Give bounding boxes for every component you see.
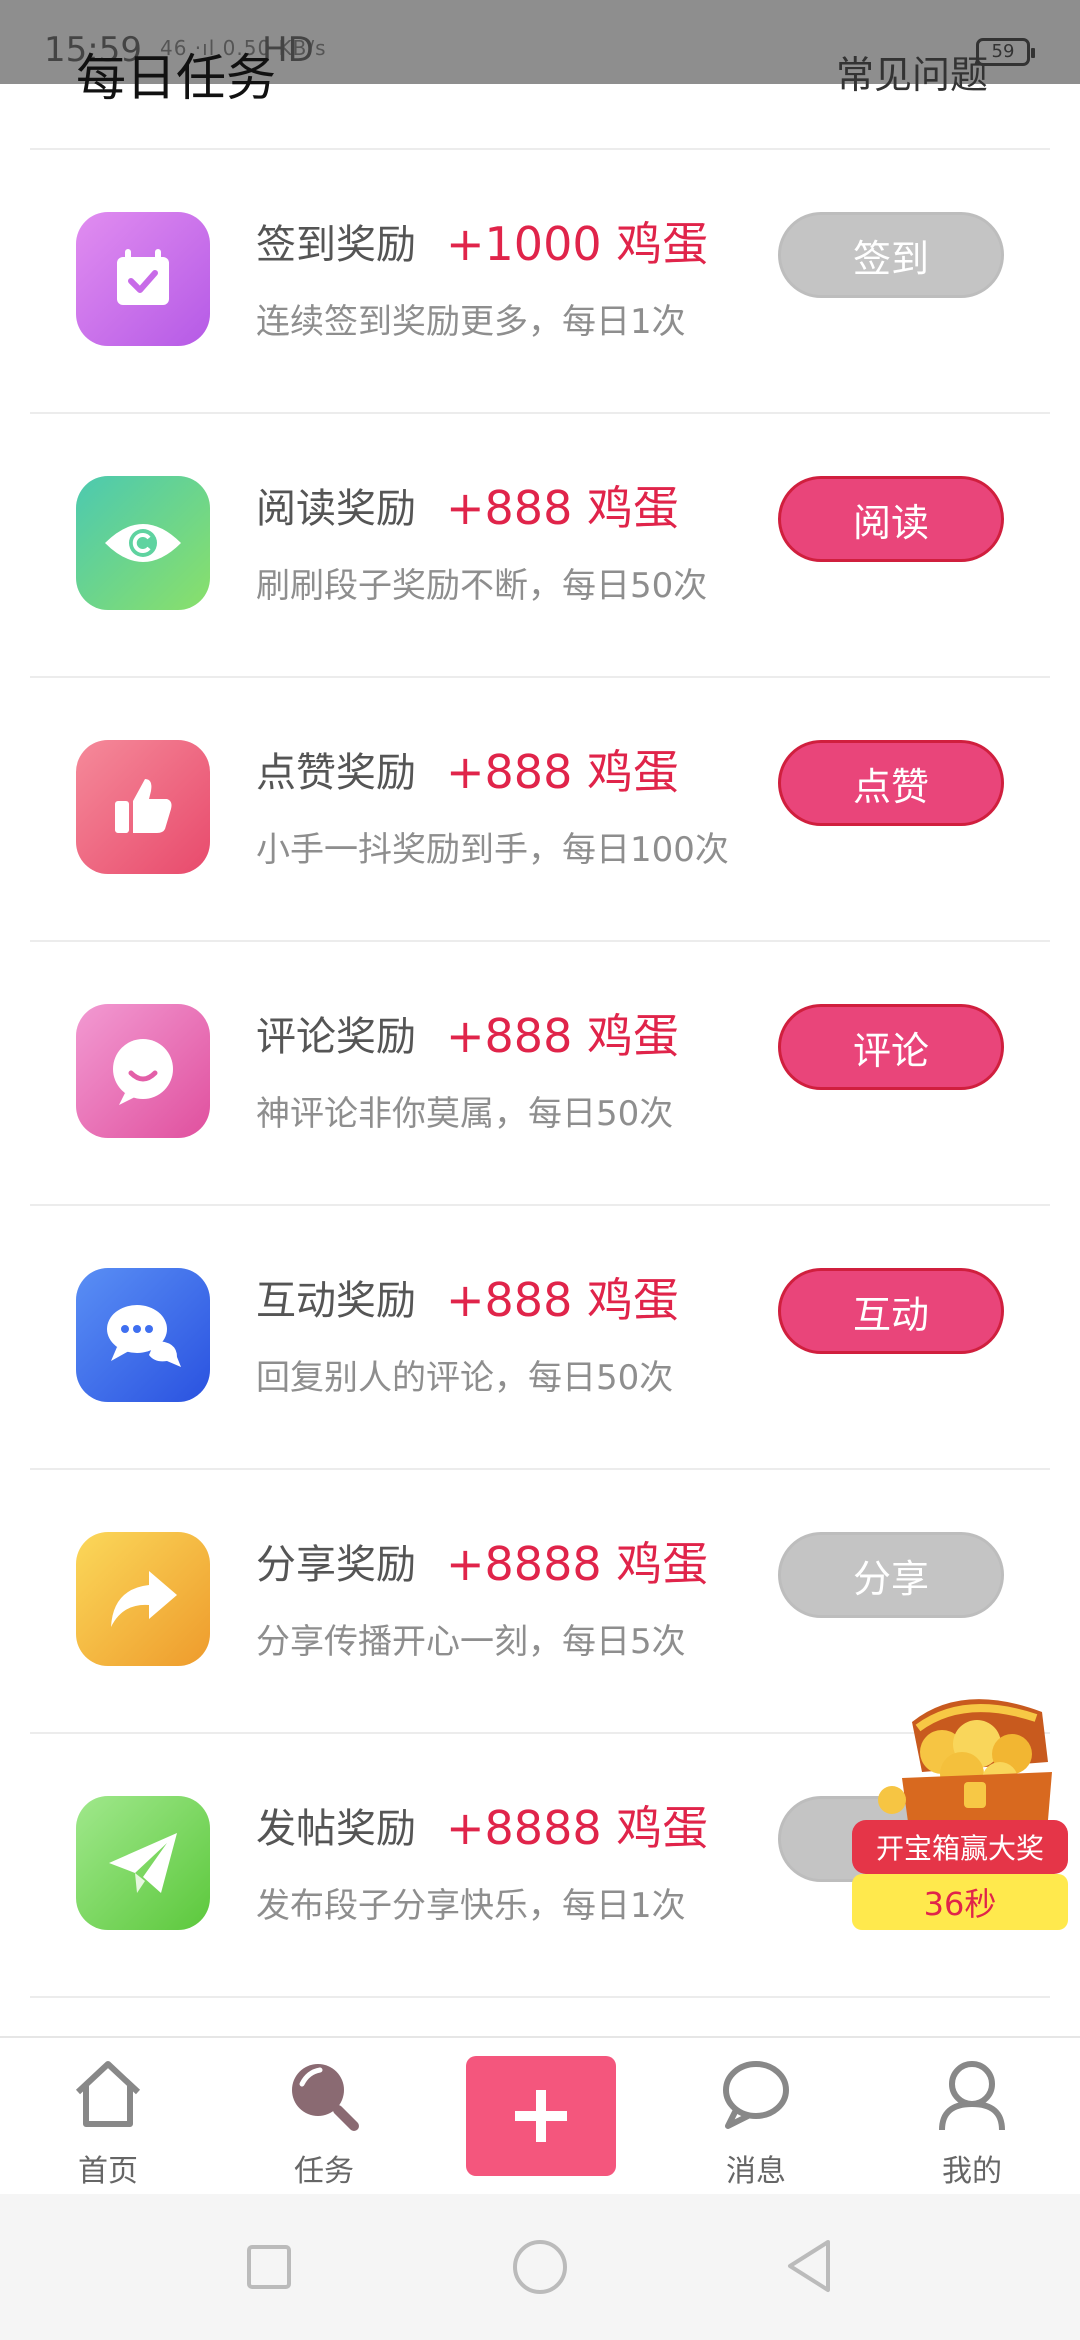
treasure-chest-icon [878,1699,1052,1822]
interact-button[interactable]: 互动 [778,1268,1004,1354]
task-reward: +888 鸡蛋 [446,745,679,799]
task-search-icon [292,2064,359,2131]
checkin-button[interactable]: 签到 [778,212,1004,298]
nav-label: 我的 [942,2154,1002,2189]
read-button[interactable]: 阅读 [778,476,1004,562]
system-nav-bar [0,2194,1080,2340]
recent-apps-icon[interactable] [244,2242,294,2292]
paper-plane-icon [76,1796,210,1930]
home-circle-icon[interactable] [511,2238,569,2296]
task-reward: +888 鸡蛋 [446,481,679,535]
treasure-label: 开宝箱赢大奖 [852,1820,1068,1874]
profile-icon [939,2061,1005,2131]
add-icon [515,2090,567,2142]
nav-label: 消息 [726,2154,786,2189]
task-reward: +888 鸡蛋 [446,1273,679,1327]
task-row-interact: 互动奖励 +888 鸡蛋 回复别人的评论，每日50次 互动 [0,1204,1080,1468]
calendar-check-icon [76,212,210,346]
task-title: 点赞奖励 [256,750,416,796]
treasure-timer: 36秒 [852,1874,1068,1930]
task-title: 分享奖励 [256,1542,416,1588]
add-button[interactable] [466,2056,616,2176]
task-description: 小手一抖奖励到手，每日100次 [256,830,729,870]
task-row-read: 阅读奖励 +888 鸡蛋 刷刷段子奖励不断，每日50次 阅读 [0,412,1080,676]
home-icon [75,2061,141,2127]
comment-button[interactable]: 评论 [778,1004,1004,1090]
task-reward: +1000 鸡蛋 [446,217,709,271]
task-reward: +888 鸡蛋 [446,1009,679,1063]
back-icon[interactable] [784,2238,834,2294]
task-row-checkin: 签到奖励 +1000 鸡蛋 连续签到奖励更多，每日1次 签到 [0,148,1080,412]
share-button[interactable]: 分享 [778,1532,1004,1618]
nav-label: 任务 [294,2154,354,2189]
nav-item-tasks[interactable]: 任务 [264,2058,384,2189]
smile-bubble-icon [76,1004,210,1138]
task-description: 回复别人的评论，每日50次 [256,1358,674,1398]
thumbs-up-icon [76,740,210,874]
task-reward: +8888 鸡蛋 [446,1537,709,1591]
nav-item-profile[interactable]: 我的 [912,2058,1032,2189]
like-button[interactable]: 点赞 [778,740,1004,826]
task-reward: +8888 鸡蛋 [446,1801,709,1855]
task-title: 互动奖励 [256,1278,416,1324]
share-arrow-icon [76,1532,210,1666]
eye-icon [76,476,210,610]
chat-bubbles-icon [76,1268,210,1402]
task-title: 发帖奖励 [256,1806,416,1852]
task-description: 分享传播开心一刻，每日5次 [256,1622,686,1662]
task-row-comment: 评论奖励 +888 鸡蛋 神评论非你莫属，每日50次 评论 [0,940,1080,1204]
task-description: 刷刷段子奖励不断，每日50次 [256,566,708,606]
nav-label: 首页 [78,2154,138,2189]
task-row-like: 点赞奖励 +888 鸡蛋 小手一抖奖励到手，每日100次 点赞 [0,676,1080,940]
bottom-nav: 首页 任务 消息 我的 [0,2036,1080,2196]
task-title: 评论奖励 [256,1014,416,1060]
task-title: 签到奖励 [256,222,416,268]
task-description: 发布段子分享快乐，每日1次 [256,1886,686,1926]
divider [30,1996,1050,1998]
page-title: 每日任务 [76,49,276,107]
task-title: 阅读奖励 [256,486,416,532]
message-icon [723,2061,789,2129]
task-description: 神评论非你莫属，每日50次 [256,1094,674,1134]
nav-item-home[interactable]: 首页 [48,2058,168,2189]
nav-item-messages[interactable]: 消息 [696,2058,816,2189]
task-description: 连续签到奖励更多，每日1次 [256,302,686,342]
treasure-chest-badge[interactable]: 开宝箱赢大奖 36秒 [852,1690,1068,1936]
faq-link[interactable]: 常见问题 [836,44,988,99]
